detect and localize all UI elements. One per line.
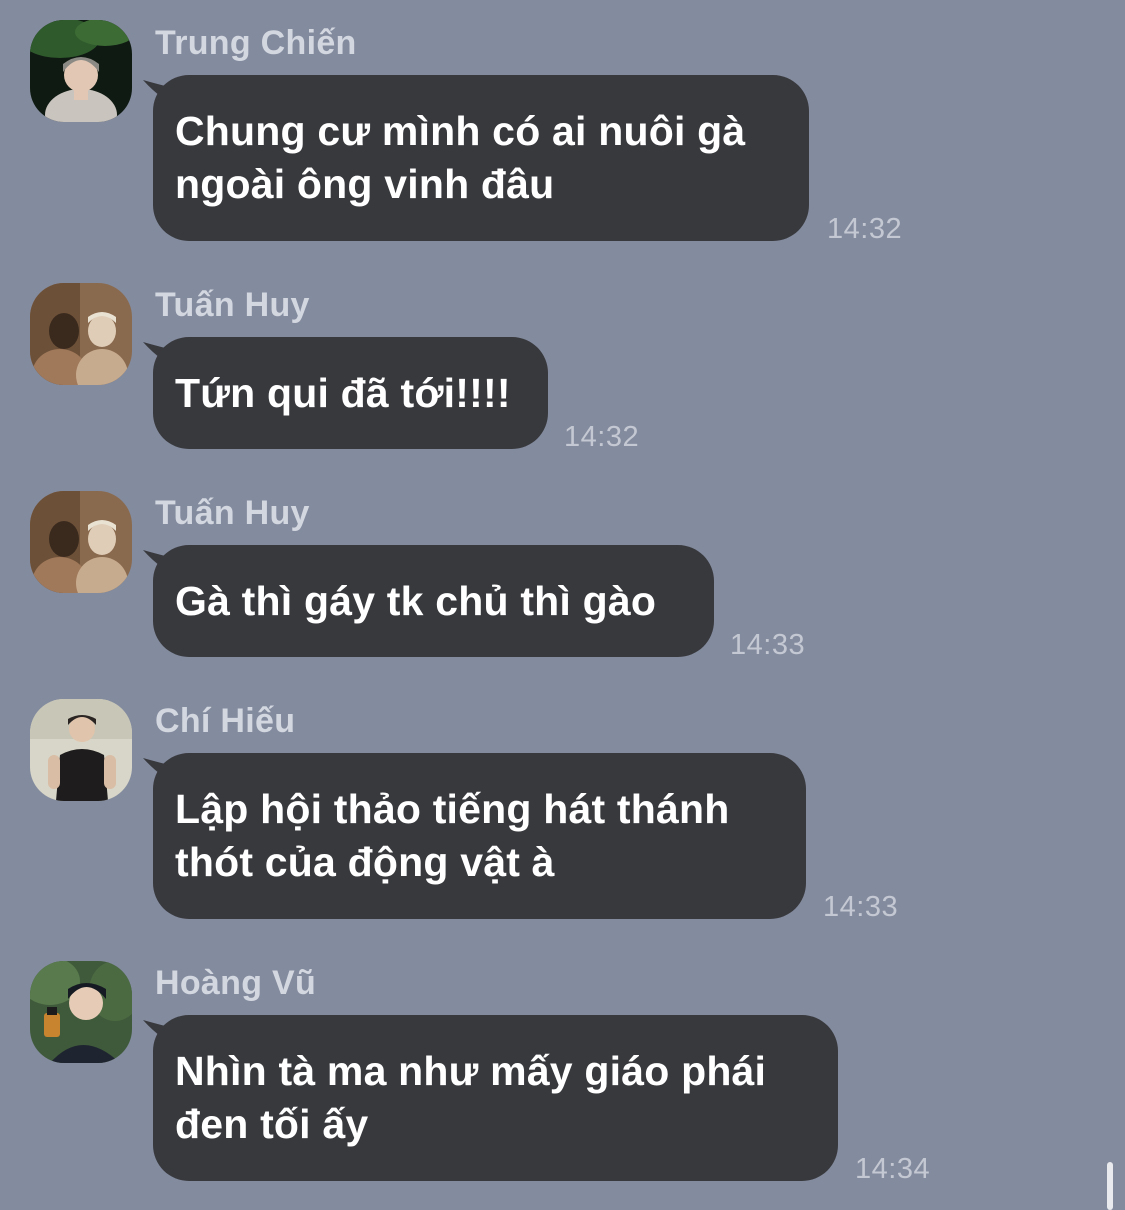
sender-name: Trung Chiến (155, 24, 357, 62)
message-timestamp: 14:32 (827, 213, 903, 245)
message-timestamp: 14:34 (855, 1153, 931, 1185)
sender-name: Tuấn Huy (155, 494, 310, 532)
scrollbar[interactable] (1107, 1162, 1113, 1210)
avatar[interactable] (30, 20, 132, 122)
message-text-line: Nhìn tà ma như mấy giáo phái (175, 1048, 767, 1094)
profile-photo-icon (30, 699, 132, 801)
message-timestamp: 14:33 (823, 891, 899, 923)
message-text-line: Gà thì gáy tk chủ thì gào (175, 578, 657, 624)
message-text-line: Lập hội thảo tiếng hát thánh (175, 786, 730, 832)
profile-photo-icon (30, 283, 132, 385)
message-bubble[interactable]: Chung cư mình có ai nuôi gà ngoài ông vi… (153, 75, 809, 241)
profile-photo-icon (30, 20, 132, 122)
message-text-line: ngoài ông vinh đâu (175, 161, 555, 207)
message-bubble[interactable]: Tứn qui đã tới!!!! (153, 337, 548, 449)
message-text-line: đen tối ấy (175, 1101, 369, 1147)
avatar[interactable] (30, 961, 132, 1063)
sender-name: Chí Hiếu (155, 702, 296, 740)
avatar[interactable] (30, 283, 132, 385)
message-timestamp: 14:32 (564, 421, 640, 453)
avatar[interactable] (30, 491, 132, 593)
message-bubble[interactable]: Nhìn tà ma như mấy giáo phái đen tối ấy (153, 1015, 838, 1181)
message-text-line: thót của động vật à (175, 839, 555, 885)
message-text-line: Chung cư mình có ai nuôi gà (175, 108, 746, 154)
message-bubble[interactable]: Lập hội thảo tiếng hát thánh thót của độ… (153, 753, 806, 919)
profile-photo-icon (30, 961, 132, 1063)
avatar[interactable] (30, 699, 132, 801)
message-text-line: Tứn qui đã tới!!!! (175, 370, 511, 416)
sender-name: Hoàng Vũ (155, 964, 317, 1002)
message-bubble[interactable]: Gà thì gáy tk chủ thì gào (153, 545, 714, 657)
chat-message-list[interactable]: Trung Chiến Chung cư mình có ai nuôi gà … (0, 0, 1125, 1210)
profile-photo-icon (30, 491, 132, 593)
message-timestamp: 14:33 (730, 629, 806, 661)
sender-name: Tuấn Huy (155, 286, 310, 324)
